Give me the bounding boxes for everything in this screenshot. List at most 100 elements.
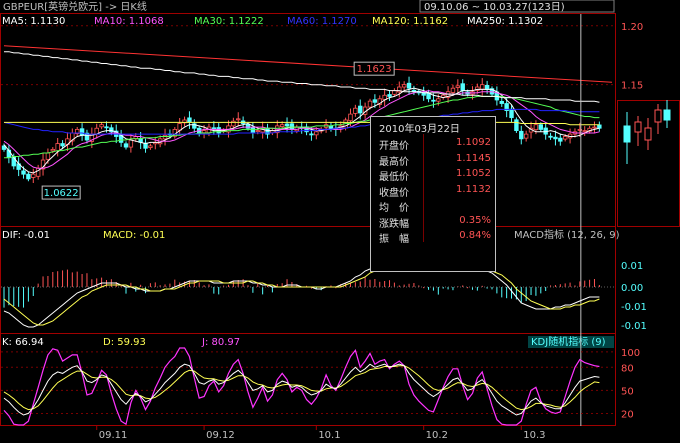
- tooltip-row: 最高价 1.1145: [379, 152, 491, 168]
- candle-body: [99, 124, 104, 128]
- candle-body: [128, 139, 134, 148]
- candle-body: [553, 136, 558, 140]
- candle-body: [582, 130, 587, 133]
- dea-line: [3, 258, 600, 326]
- tooltip-row-label: 涨跌幅: [379, 218, 409, 230]
- tooltip-row: 开盘价 1.1092: [379, 137, 491, 152]
- kdj-indicator-name[interactable]: KDJ随机指标 (9): [531, 335, 606, 348]
- high-annotation: 1.1623: [357, 64, 392, 75]
- candle-body: [533, 124, 539, 131]
- kdj-y-tick: 20: [621, 409, 634, 420]
- macd-indicator-name[interactable]: MACD指标 (12, 26, 9): [514, 228, 620, 241]
- dif-line: [3, 256, 600, 328]
- candle-body: [314, 131, 319, 136]
- candle-body: [26, 173, 31, 180]
- x-tick-label: 10.2: [426, 430, 448, 441]
- candle-body: [279, 124, 285, 127]
- candle-body: [255, 130, 260, 133]
- kdj-y-tick: 80: [621, 363, 634, 374]
- tooltip-row-value: 0.35%: [459, 214, 491, 226]
- ma10-legend: MA10: 1.1068: [94, 16, 164, 27]
- x-tick-label: 09.11: [99, 430, 128, 441]
- tooltip-row: 收盘价 1.1132: [379, 183, 491, 199]
- candle-body: [231, 120, 236, 127]
- ohlc-tooltip: 2010年03月22日 开盘价 1.1092 最高价 1.1145 最低价 1.1052 收…: [370, 116, 496, 272]
- candle-body: [104, 126, 109, 129]
- kline-chart[interactable]: GBPEUR[英镑兑欧元] -> 日K线 09.10.06 ~ 10.03.27…: [0, 0, 680, 443]
- macd-y-tick: -0.01: [621, 321, 647, 332]
- mini-candle-body: [644, 127, 652, 141]
- candle-body: [411, 89, 417, 92]
- candle-body: [50, 149, 55, 152]
- tooltip-row-value: 1.1052: [456, 168, 491, 179]
- macd-y-tick: 0.01: [621, 261, 643, 272]
- tooltip-row-label: 最高价: [379, 156, 409, 168]
- ma30-line: [4, 95, 600, 159]
- tooltip-divider: [423, 134, 424, 242]
- tooltip-row-value: 1.1145: [456, 152, 491, 164]
- x-tick-label: 10.3: [523, 430, 545, 441]
- x-tick-label: 09.12: [206, 430, 235, 441]
- tooltip-row-label: 收盘价: [379, 187, 409, 199]
- mini-candle-body: [654, 109, 662, 123]
- ma30-legend: MA30: 1.1222: [194, 16, 264, 27]
- macd-legend: MACD: -0.01: [103, 230, 165, 241]
- candle-body: [597, 124, 602, 129]
- candle-body: [387, 94, 392, 97]
- candle-body: [348, 113, 353, 122]
- candle-body: [431, 99, 436, 102]
- tooltip-row: 涨跌幅 0.35%: [379, 214, 491, 230]
- candle-body: [455, 85, 461, 88]
- tooltip-row-value: 1.1132: [456, 183, 491, 195]
- macd-y-tick: 0.00: [621, 283, 643, 294]
- candle-body: [406, 82, 412, 89]
- low-annotation: 1.0622: [44, 188, 79, 199]
- candle-body: [514, 119, 519, 131]
- d-legend: D: 59.93: [103, 337, 146, 348]
- tooltip-date: 2010年03月22日: [379, 124, 460, 135]
- macd-panel-frame: [0, 226, 616, 334]
- candle-body: [353, 107, 358, 114]
- macd-y-tick: -0.01: [621, 302, 647, 313]
- candle-body: [509, 108, 514, 119]
- tooltip-row-label: 振 幅: [379, 234, 409, 245]
- tooltip-row-label: 均 价: [379, 203, 409, 214]
- j-legend: J: 80.97: [201, 337, 240, 348]
- mini-candle-body: [634, 121, 642, 133]
- tooltip-row: 最低价 1.1052: [379, 168, 491, 183]
- candle-body: [548, 135, 553, 138]
- candle-body: [79, 128, 85, 136]
- tooltip-row-label: 最低价: [379, 172, 409, 183]
- candle-body: [392, 90, 397, 95]
- trend-line: [3, 45, 613, 83]
- candle-body: [309, 133, 314, 136]
- candle-body: [148, 145, 153, 148]
- tooltip-row: 均 价: [379, 199, 491, 214]
- candle-body: [187, 117, 192, 123]
- symbol-title: GBPEUR[英镑兑欧元] -> 日K线: [3, 0, 147, 13]
- candle-body: [236, 118, 241, 121]
- candle-body: [245, 123, 251, 129]
- candle-body: [31, 173, 36, 178]
- mini-candle-body: [623, 125, 631, 143]
- candle-body: [519, 130, 524, 140]
- candle-body: [436, 98, 441, 102]
- candle-body: [460, 83, 465, 91]
- candle-body: [499, 100, 504, 104]
- candle-body: [45, 152, 51, 160]
- candle-body: [484, 84, 490, 90]
- candle-body: [284, 123, 290, 127]
- date-range: 09.10.06 ~ 10.03.27(123日): [424, 2, 565, 13]
- candle-body: [21, 170, 26, 175]
- candle-body: [523, 133, 529, 139]
- candle-body: [289, 123, 295, 130]
- candle-body: [250, 127, 256, 134]
- tooltip-row-label: 开盘价: [379, 141, 409, 152]
- x-tick-label: 10.1: [318, 430, 340, 441]
- candle-body: [538, 124, 543, 130]
- candle-body: [201, 130, 207, 134]
- candle-body: [480, 84, 485, 90]
- tooltip-row-value: 1.1092: [456, 137, 491, 148]
- dif-legend: DIF: -0.01: [2, 230, 50, 241]
- price-y-tick: 1.20: [621, 22, 643, 33]
